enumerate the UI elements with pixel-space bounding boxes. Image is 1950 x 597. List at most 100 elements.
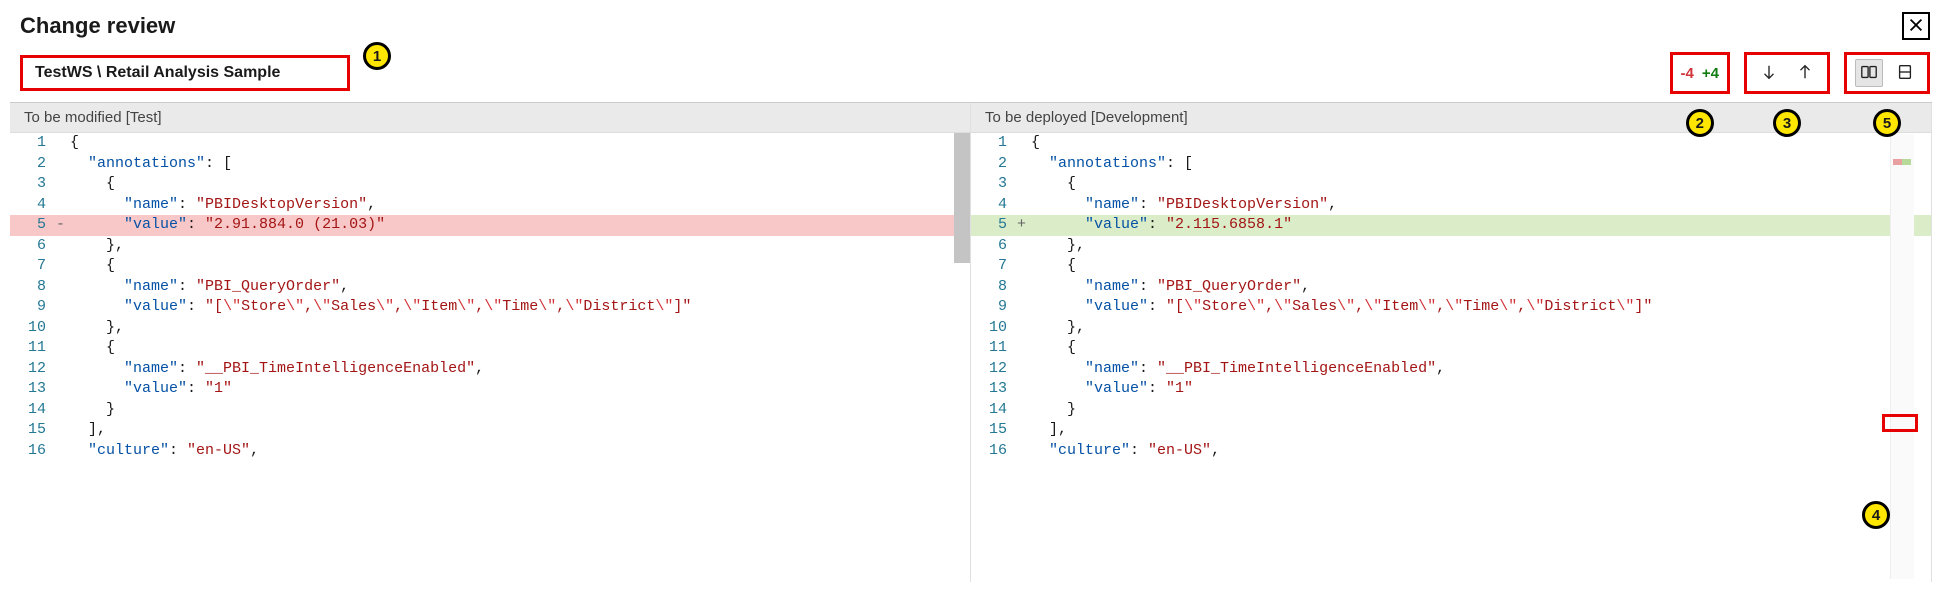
added-count: +4 — [1702, 65, 1719, 82]
code-content: "value": "2.115.6858.1" — [1029, 215, 1931, 236]
code-line: 11 { — [10, 338, 970, 359]
line-number: 14 — [10, 400, 56, 421]
minimap[interactable] — [1890, 134, 1914, 579]
annotation-badge-5: 5 — [1873, 109, 1901, 137]
code-content: ], — [1029, 420, 1931, 441]
navigate-group: 3 — [1744, 52, 1830, 94]
right-column: To be deployed [Development] 1 {2 "annot… — [971, 103, 1932, 582]
line-number: 5 — [971, 215, 1017, 236]
diff-marker — [56, 441, 68, 462]
diff-marker — [1017, 297, 1029, 318]
code-line: 12 "name": "__PBI_TimeIntelligenceEnable… — [10, 359, 970, 380]
left-column: To be modified [Test] 1 {2 "annotations"… — [10, 103, 971, 582]
code-content: { — [68, 174, 970, 195]
annotation-badge-1: 1 — [363, 42, 391, 70]
line-number: 13 — [10, 379, 56, 400]
view-mode-group: 5 — [1844, 52, 1930, 94]
code-content: ], — [68, 420, 970, 441]
scrollbar-thumb[interactable] — [954, 133, 970, 263]
diff-marker — [56, 256, 68, 277]
annotation-badge-4: 4 — [1862, 501, 1890, 529]
code-content: "value": "2.91.884.0 (21.03)" — [68, 215, 970, 236]
code-line: 16 "culture": "en-US", — [971, 441, 1931, 462]
code-line: 7 { — [10, 256, 970, 277]
code-content: { — [68, 256, 970, 277]
close-button[interactable] — [1902, 12, 1930, 40]
code-content: }, — [1029, 318, 1931, 339]
line-number: 7 — [971, 256, 1017, 277]
diff-marker — [56, 174, 68, 195]
code-line: 10 }, — [10, 318, 970, 339]
code-content: { — [1029, 256, 1931, 277]
close-icon — [1907, 16, 1925, 37]
line-number: 12 — [971, 359, 1017, 380]
diff-marker — [1017, 338, 1029, 359]
line-number: 5 — [10, 215, 56, 236]
diff-marker — [56, 154, 68, 175]
code-content: "name": "PBI_QueryOrder", — [1029, 277, 1931, 298]
diff-marker — [1017, 236, 1029, 257]
line-number: 9 — [971, 297, 1017, 318]
code-line: 10 }, — [971, 318, 1931, 339]
line-number: 3 — [10, 174, 56, 195]
code-content: }, — [68, 318, 970, 339]
line-number: 15 — [10, 420, 56, 441]
diff-marker — [1017, 441, 1029, 462]
code-content: { — [1029, 338, 1931, 359]
line-number: 8 — [10, 277, 56, 298]
arrow-down-icon — [1760, 63, 1778, 84]
code-content: "name": "PBI_QueryOrder", — [68, 277, 970, 298]
side-by-side-view-button[interactable] — [1855, 59, 1883, 87]
code-line: 3 { — [971, 174, 1931, 195]
code-content: "name": "PBIDesktopVersion", — [1029, 195, 1931, 216]
diff-marker — [56, 338, 68, 359]
line-number: 14 — [971, 400, 1017, 421]
dialog-header: Change review — [0, 0, 1950, 48]
code-content: "value": "1" — [1029, 379, 1931, 400]
diff-marker — [1017, 133, 1029, 154]
diff-marker — [1017, 195, 1029, 216]
diff-marker — [1017, 174, 1029, 195]
code-line: 4 "name": "PBIDesktopVersion", — [971, 195, 1931, 216]
code-content: } — [1029, 400, 1931, 421]
code-line: 14 } — [10, 400, 970, 421]
line-number: 7 — [10, 256, 56, 277]
diff-marker — [56, 318, 68, 339]
diff-marker: - — [56, 215, 68, 236]
change-count-group: -4 +4 2 — [1670, 52, 1730, 94]
inline-view-icon — [1896, 63, 1914, 84]
code-line: 3 { — [10, 174, 970, 195]
toolbar: TestWS \ Retail Analysis Sample 1 -4 +4 … — [0, 48, 1950, 102]
diff-marker — [1017, 154, 1029, 175]
code-content: "culture": "en-US", — [1029, 441, 1931, 462]
prev-change-button[interactable] — [1791, 59, 1819, 87]
code-content: { — [1029, 133, 1931, 154]
code-line: 5- "value": "2.91.884.0 (21.03)" — [10, 215, 970, 236]
split-view-icon — [1860, 63, 1878, 84]
code-line: 15 ], — [971, 420, 1931, 441]
diff-marker — [1017, 379, 1029, 400]
code-content: "name": "PBIDesktopVersion", — [68, 195, 970, 216]
code-line: 13 "value": "1" — [10, 379, 970, 400]
annotation-badge-3: 3 — [1773, 109, 1801, 137]
code-line: 16 "culture": "en-US", — [10, 441, 970, 462]
diff-marker — [56, 359, 68, 380]
line-number: 1 — [10, 133, 56, 154]
code-content: "name": "__PBI_TimeIntelligenceEnabled", — [1029, 359, 1931, 380]
next-change-button[interactable] — [1755, 59, 1783, 87]
code-line: 8 "name": "PBI_QueryOrder", — [10, 277, 970, 298]
line-number: 16 — [971, 441, 1017, 462]
right-code-body[interactable]: 1 {2 "annotations": [3 {4 "name": "PBIDe… — [971, 133, 1931, 582]
inline-view-button[interactable] — [1891, 59, 1919, 87]
left-code-body[interactable]: 1 {2 "annotations": [3 {4 "name": "PBIDe… — [10, 133, 970, 582]
diff-marker — [56, 400, 68, 421]
breadcrumb: TestWS \ Retail Analysis Sample — [35, 64, 280, 81]
code-line: 15 ], — [10, 420, 970, 441]
breadcrumb-box: TestWS \ Retail Analysis Sample 1 — [20, 55, 350, 91]
code-content: "value": "[\"Store\",\"Sales\",\"Item\",… — [68, 297, 970, 318]
line-number: 11 — [971, 338, 1017, 359]
diff-marker — [1017, 400, 1029, 421]
line-number: 12 — [10, 359, 56, 380]
line-number: 4 — [971, 195, 1017, 216]
diff-viewer: To be modified [Test] 1 {2 "annotations"… — [10, 102, 1932, 582]
